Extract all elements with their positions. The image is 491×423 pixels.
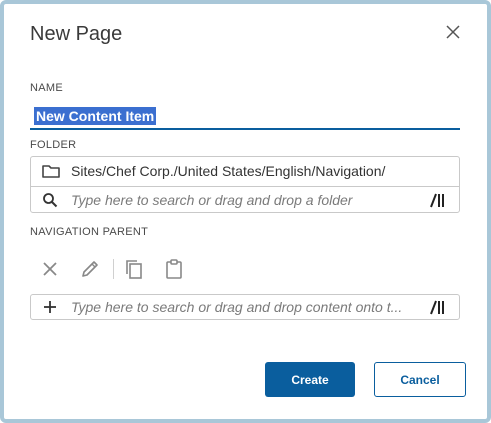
folder-search-input[interactable]: Type here to search or drag and drop a f… <box>71 192 401 208</box>
cancel-button[interactable]: Cancel <box>374 362 466 397</box>
create-button[interactable]: Create <box>265 362 355 397</box>
copy-icon[interactable] <box>123 258 145 280</box>
library-browse-icon[interactable] <box>429 192 447 208</box>
folder-label: FOLDER <box>30 139 77 151</box>
clipboard-icon[interactable] <box>163 258 185 280</box>
navigation-parent-search[interactable]: Type here to search or drag and drop con… <box>30 294 460 320</box>
folder-picker: Sites/Chef Corp./United States/English/N… <box>30 156 460 213</box>
library-browse-icon[interactable] <box>429 299 447 315</box>
navigation-parent-input[interactable]: Type here to search or drag and drop con… <box>71 299 416 315</box>
folder-icon <box>41 163 61 179</box>
name-label: NAME <box>30 82 63 94</box>
folder-search-row[interactable]: Type here to search or drag and drop a f… <box>31 187 459 213</box>
name-field[interactable]: New Content Item <box>30 104 460 130</box>
plus-icon[interactable] <box>42 299 58 315</box>
name-value[interactable]: New Content Item <box>34 107 157 125</box>
pencil-icon[interactable] <box>79 258 101 280</box>
folder-selected-row: Sites/Chef Corp./United States/English/N… <box>31 157 459 187</box>
close-icon[interactable] <box>444 23 462 41</box>
dialog-title: New Page <box>30 23 123 45</box>
remove-icon[interactable] <box>39 258 61 280</box>
navigation-parent-label: NAVIGATION PARENT <box>30 226 149 238</box>
toolbar-divider <box>113 259 114 279</box>
search-icon <box>42 192 58 208</box>
folder-path: Sites/Chef Corp./United States/English/N… <box>71 163 386 179</box>
